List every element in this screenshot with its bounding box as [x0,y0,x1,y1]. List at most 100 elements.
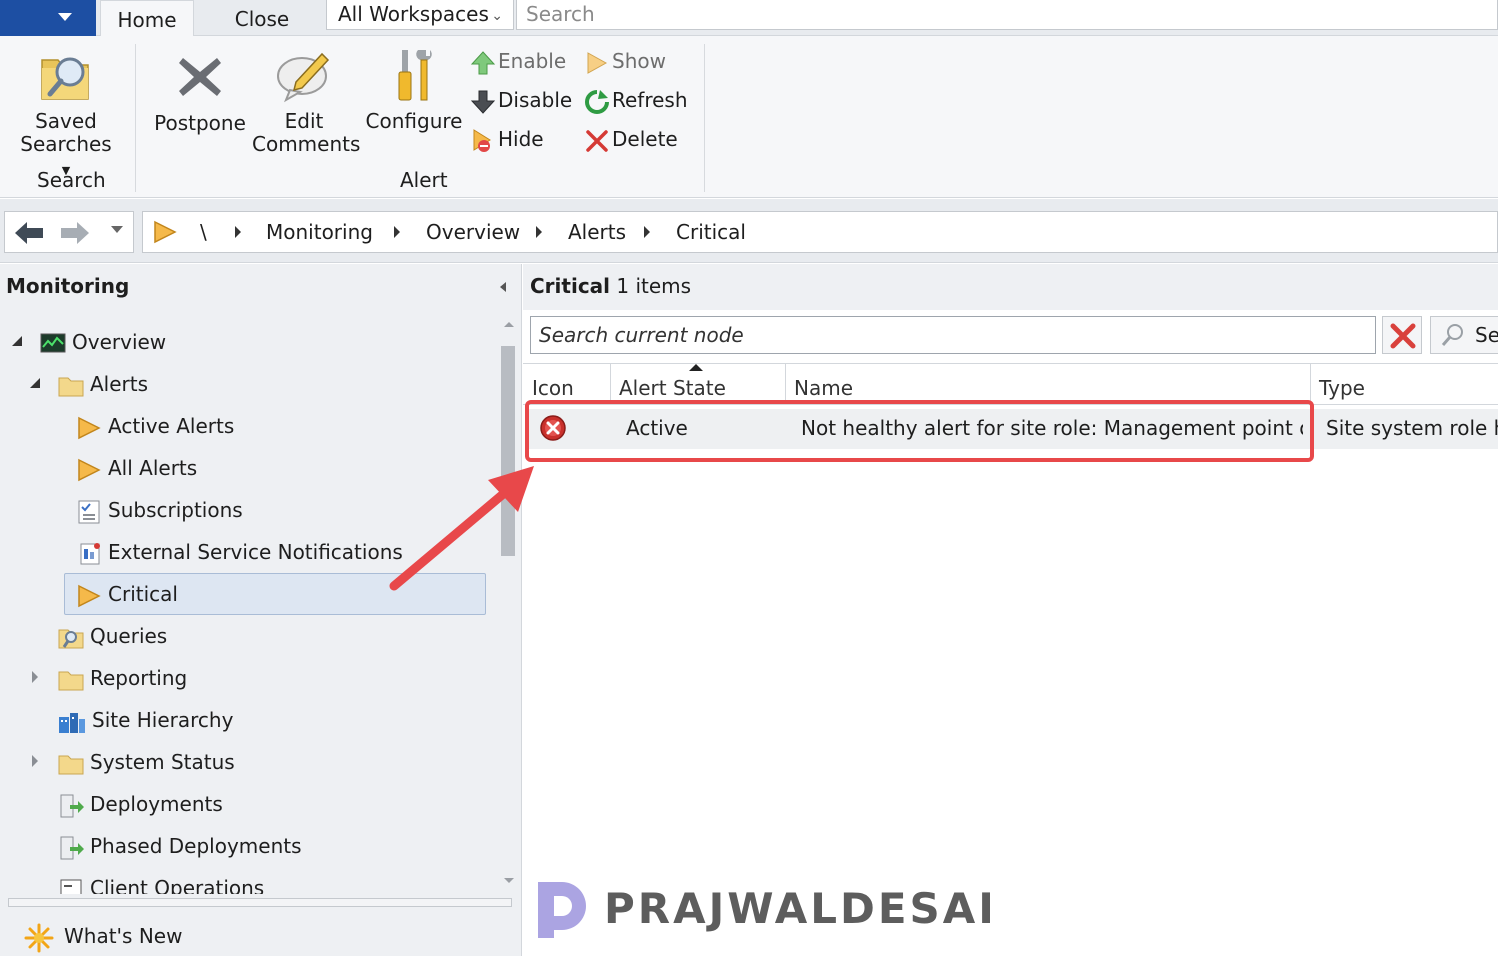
breadcrumb-separator-icon [644,226,650,238]
clear-x-icon [1390,323,1416,349]
show-label: Show [612,49,666,73]
search-button-label: Se [1475,323,1498,347]
collapsed-arrow-icon[interactable] [32,755,38,767]
up-arrow-icon [470,50,496,74]
deployment-icon [60,794,84,817]
tree-item-active-alerts[interactable]: Active Alerts [76,406,234,446]
app-menu-button[interactable] [0,0,96,36]
column-header-type[interactable]: Type [1319,376,1365,400]
breadcrumb-item-overview[interactable]: Overview [426,218,520,246]
refresh-button[interactable]: Refresh [584,85,688,115]
expanded-arrow-icon[interactable] [30,378,40,388]
clear-search-button[interactable] [1382,316,1422,354]
monitor-icon [40,333,66,352]
navigation-pane-title: Monitoring [6,274,130,298]
tree-item-overview[interactable]: Overview [40,322,166,362]
delete-label: Delete [612,127,678,151]
postpone-label: Postpone [154,111,246,135]
results-title-node: Critical [530,274,611,298]
breadcrumb-item-monitoring[interactable]: Monitoring [266,218,373,246]
tree-item-critical[interactable]: Critical [76,574,178,614]
tree-item-active-alerts-label: Active Alerts [108,414,235,438]
back-arrow-icon[interactable] [13,220,45,246]
saved-searches-icon [41,57,89,100]
alert-bell-icon [78,584,101,607]
sparkle-icon [24,923,54,952]
postpone-x-icon [179,58,221,96]
hide-bell-icon [473,128,491,152]
delete-x-icon [586,129,608,152]
column-divider[interactable] [1310,364,1311,404]
pane-splitter[interactable] [8,898,512,907]
sort-ascending-icon [689,364,703,371]
search-current-node-input[interactable]: Search current node [530,316,1376,354]
delete-button[interactable]: Delete [584,124,678,154]
search-button[interactable]: Se [1430,316,1498,354]
tree-item-site-hierarchy[interactable]: Site Hierarchy [58,700,233,740]
edit-comments-label-1: Edit [284,109,324,133]
column-header-alert-state[interactable]: Alert State [619,376,726,400]
history-dropdown-icon[interactable] [111,226,123,233]
tree-item-deployments-label: Deployments [90,792,223,816]
tree-item-reporting[interactable]: Reporting [58,658,187,698]
tree-item-all-alerts[interactable]: All Alerts [76,448,197,488]
tree-item-phased-deployments[interactable]: Phased Deployments [58,826,302,866]
cell-type: Site system role he [1326,416,1498,440]
edit-comments-button[interactable]: Edit Comments [252,48,360,156]
collapsed-arrow-icon[interactable] [32,671,38,683]
configure-button[interactable]: Configure [364,46,464,133]
tree-item-external-notifications[interactable]: External Service Notifications [76,532,403,572]
tab-home[interactable]: Home [100,0,194,36]
collapse-pane-icon[interactable] [500,282,506,292]
breadcrumb-item-alerts[interactable]: Alerts [568,218,626,246]
tree-item-reporting-label: Reporting [90,666,188,690]
tree-item-alerts[interactable]: Alerts [58,364,148,404]
breadcrumb-separator-icon [394,226,400,238]
whats-new-link[interactable]: What's New [24,920,182,953]
column-divider[interactable] [785,364,786,404]
show-button[interactable]: Show [584,46,666,76]
breadcrumb-separator-icon [235,226,241,238]
dropdown-arrow-icon [58,13,72,21]
workspace-select[interactable]: All Workspaces ⌄ [326,0,514,30]
client-operations-icon [60,879,82,894]
tree-item-queries[interactable]: Queries [58,616,167,656]
breadcrumb-item-critical[interactable]: Critical [676,218,746,246]
search-icon [1441,324,1463,346]
deployment-icon [60,836,84,859]
refresh-label: Refresh [612,88,688,112]
tree-item-phased-deployments-label: Phased Deployments [90,834,302,858]
tree-item-client-operations[interactable]: Client Operations [58,868,264,894]
tree-item-subscriptions[interactable]: Subscriptions [76,490,243,530]
enable-button[interactable]: Enable [470,46,566,76]
column-divider[interactable] [610,364,611,404]
breadcrumb-separator-icon [536,226,542,238]
column-header-name[interactable]: Name [794,376,853,400]
tab-close[interactable]: Close [214,0,310,36]
whats-new-label: What's New [64,924,183,948]
saved-searches-button[interactable]: Saved Searches ▼ [14,48,118,182]
configure-label: Configure [365,109,463,133]
tree-item-system-status-label: System Status [90,750,235,774]
show-bell-icon [587,51,608,74]
edit-comments-icon [277,52,330,103]
hide-button[interactable]: Hide [470,124,544,154]
ribbon-separator [704,44,705,192]
site-hierarchy-icon [59,712,85,733]
scroll-down-icon[interactable] [504,878,514,883]
postpone-button[interactable]: Postpone [152,50,248,135]
scroll-up-icon[interactable] [504,322,514,327]
monitoring-bell-icon [154,220,177,244]
disable-button[interactable]: Disable [470,85,572,115]
tree-item-deployments[interactable]: Deployments [58,784,223,824]
expanded-arrow-icon[interactable] [12,336,22,346]
forward-arrow-icon[interactable] [59,220,91,246]
tree-item-system-status[interactable]: System Status [58,742,235,782]
down-arrow-icon [470,90,496,114]
breadcrumb-root[interactable]: \ [200,218,207,246]
top-search-input[interactable]: Search [516,0,1498,30]
column-header-icon[interactable]: Icon [532,376,574,400]
notification-doc-icon [80,542,100,564]
folder-icon [58,755,84,774]
chevron-down-icon: ⌄ [491,8,503,24]
